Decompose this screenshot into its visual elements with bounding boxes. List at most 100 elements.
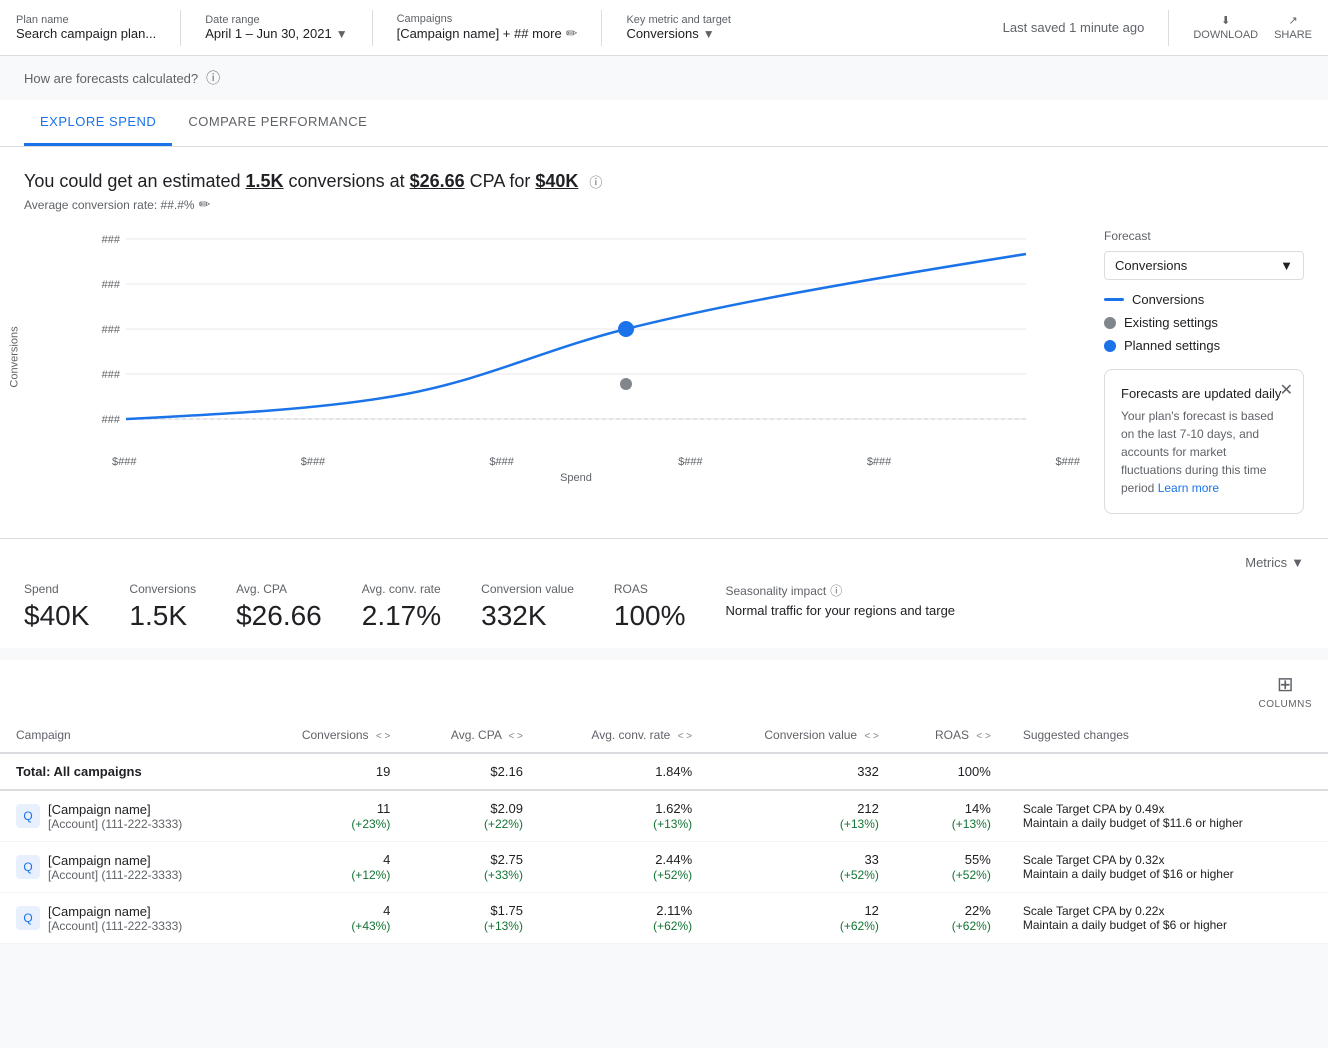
roas-sort-icon[interactable]: < > <box>976 731 990 742</box>
info-box-text: Your plan's forecast is based on the las… <box>1121 407 1287 497</box>
metric-roas-label: ROAS <box>614 582 686 596</box>
metrics-button[interactable]: Metrics ▼ <box>1245 555 1304 570</box>
avg-conv-rate: Average conversion rate: ##.#% ✏ <box>24 196 1304 213</box>
campaign-2-name-cell: Q [Campaign name] [Account] (111-222-333… <box>16 853 237 882</box>
campaign-2-avg-conv-rate: 2.44%(+52%) <box>539 842 708 893</box>
svg-text:###: ### <box>102 279 121 291</box>
date-range-label: Date range <box>205 14 347 26</box>
chart-svg: ### ### ### ### ### <box>72 229 1080 449</box>
metric-spend-label: Spend <box>24 582 89 596</box>
headline-part2: conversions at <box>284 171 410 191</box>
campaign-3-cell: Q [Campaign name] [Account] (111-222-333… <box>0 893 253 944</box>
legend-existing-icon <box>1104 317 1116 329</box>
key-metric-field: Key metric and target Conversions ▼ <box>626 14 731 41</box>
legend-planned: Planned settings <box>1104 338 1304 353</box>
forecast-chevron-icon: ▼ <box>1280 258 1293 273</box>
svg-text:###: ### <box>102 234 121 246</box>
forecast-dropdown[interactable]: Conversions ▼ <box>1104 251 1304 280</box>
divider-2 <box>372 10 373 46</box>
table-header-row: ⊞ COLUMNS <box>0 660 1328 718</box>
tab-explore-spend[interactable]: EXPLORE SPEND <box>24 100 172 146</box>
estimate-info-icon[interactable]: ⓘ <box>589 175 602 190</box>
estimate-headline: You could get an estimated 1.5K conversi… <box>24 171 1304 192</box>
campaign-1-name: [Campaign name] <box>48 802 182 817</box>
table-row: Q [Campaign name] [Account] (111-222-333… <box>0 842 1328 893</box>
budget-value: $40K <box>535 171 578 191</box>
campaign-2-suggested: Scale Target CPA by 0.32x Maintain a dai… <box>1007 842 1328 893</box>
metrics-strip: Metrics ▼ Spend $40K Conversions 1.5K Av… <box>0 538 1328 648</box>
table-section: ⊞ COLUMNS Campaign Conversions < > Avg. … <box>0 660 1328 944</box>
legend-planned-label: Planned settings <box>1124 338 1220 353</box>
campaign-3-name: [Campaign name] <box>48 904 182 919</box>
svg-text:###: ### <box>102 324 121 336</box>
download-icon: ⬇ <box>1221 14 1230 27</box>
th-avg-conv-rate: Avg. conv. rate < > <box>539 718 708 753</box>
campaigns-edit-icon[interactable]: ✏ <box>566 25 578 42</box>
total-conversions: 19 <box>253 753 407 790</box>
header: Plan name Search campaign plan... Date r… <box>0 0 1328 56</box>
metric-avg-conv-rate: Avg. conv. rate 2.17% <box>362 582 441 632</box>
share-button[interactable]: ↗ SHARE <box>1274 14 1312 41</box>
campaign-1-conversions: 11(+23%) <box>253 790 407 842</box>
metrics-chevron-icon: ▼ <box>1291 555 1304 570</box>
avg-conv-rate-sort-icon[interactable]: < > <box>678 731 692 742</box>
info-box-close-button[interactable]: ✕ <box>1280 380 1293 400</box>
campaign-1-name-cell: Q [Campaign name] [Account] (111-222-333… <box>16 802 237 831</box>
table-row: Q [Campaign name] [Account] (111-222-333… <box>0 790 1328 842</box>
campaign-3-roas: 22%(+62%) <box>895 893 1007 944</box>
learn-more-link[interactable]: Learn more <box>1158 481 1219 495</box>
download-button[interactable]: ⬇ DOWNLOAD <box>1193 14 1258 41</box>
total-campaign-cell: Total: All campaigns <box>0 753 253 790</box>
metric-conversions: Conversions 1.5K <box>129 582 196 632</box>
conversions-sort-icon[interactable]: < > <box>376 731 390 742</box>
campaign-1-account: [Account] (111-222-3333) <box>48 817 182 831</box>
metric-conversions-label: Conversions <box>129 582 196 596</box>
legend-line-icon <box>1104 298 1124 301</box>
key-metric-chevron-icon: ▼ <box>703 27 715 41</box>
th-conversions: Conversions < > <box>253 718 407 753</box>
campaign-3-suggested: Scale Target CPA by 0.22x Maintain a dai… <box>1007 893 1328 944</box>
forecast-info-box: ✕ Forecasts are updated daily Your plan'… <box>1104 369 1304 514</box>
headline-part3: CPA for <box>465 171 536 191</box>
last-saved: Last saved 1 minute ago <box>1003 20 1145 35</box>
conversions-value: 1.5K <box>246 171 284 191</box>
metric-avg-cpa-value: $26.66 <box>236 600 322 632</box>
campaign-1-info: [Campaign name] [Account] (111-222-3333) <box>48 802 182 831</box>
campaign-2-cell: Q [Campaign name] [Account] (111-222-333… <box>0 842 253 893</box>
chart-x-labels: $### $### $### $### $### $### <box>72 452 1080 468</box>
divider-1 <box>180 10 181 46</box>
conv-value-sort-icon[interactable]: < > <box>864 731 878 742</box>
avg-conv-rate-edit-icon[interactable]: ✏ <box>199 196 211 213</box>
metric-seasonality-value: Normal traffic for your regions and targ… <box>726 603 956 618</box>
tabs: EXPLORE SPEND COMPARE PERFORMANCE <box>0 100 1328 147</box>
metrics-row: Spend $40K Conversions 1.5K Avg. CPA $26… <box>24 582 1304 632</box>
campaign-3-name-cell: Q [Campaign name] [Account] (111-222-333… <box>16 904 237 933</box>
metric-conv-value-value: 332K <box>481 600 574 632</box>
campaign-3-conversions: 4(+43%) <box>253 893 407 944</box>
metric-seasonality-label: Seasonality impact ⓘ <box>726 582 956 599</box>
campaign-1-conv-value: 212(+13%) <box>708 790 895 842</box>
table-row: Q [Campaign name] [Account] (111-222-333… <box>0 893 1328 944</box>
avg-cpa-sort-icon[interactable]: < > <box>509 731 523 742</box>
metric-avg-conv-rate-label: Avg. conv. rate <box>362 582 441 596</box>
campaign-2-name: [Campaign name] <box>48 853 182 868</box>
seasonality-info-icon[interactable]: ⓘ <box>830 582 842 599</box>
forecast-help-text[interactable]: How are forecasts calculated? <box>24 71 198 86</box>
campaign-3-avg-conv-rate: 2.11%(+62%) <box>539 893 708 944</box>
metric-conversions-value: 1.5K <box>129 600 196 632</box>
campaign-2-info: [Campaign name] [Account] (111-222-3333) <box>48 853 182 882</box>
table-header: Campaign Conversions < > Avg. CPA < > Av… <box>0 718 1328 753</box>
info-icon[interactable]: ⓘ <box>206 68 220 88</box>
columns-button[interactable]: ⊞ COLUMNS <box>1258 672 1312 710</box>
key-metric-value[interactable]: Conversions ▼ <box>626 26 731 41</box>
campaign-1-avg-cpa: $2.09(+22%) <box>406 790 539 842</box>
legend-existing-label: Existing settings <box>1124 315 1218 330</box>
headline-part1: You could get an estimated <box>24 171 246 191</box>
sub-header: How are forecasts calculated? ⓘ <box>0 56 1328 100</box>
campaign-3-avg-cpa: $1.75(+13%) <box>406 893 539 944</box>
metric-conv-value: Conversion value 332K <box>481 582 574 632</box>
date-range-value[interactable]: April 1 – Jun 30, 2021 ▼ <box>205 26 347 41</box>
campaign-2-conversions: 4(+12%) <box>253 842 407 893</box>
tab-compare-performance[interactable]: COMPARE PERFORMANCE <box>172 100 383 146</box>
metric-spend-value: $40K <box>24 600 89 632</box>
